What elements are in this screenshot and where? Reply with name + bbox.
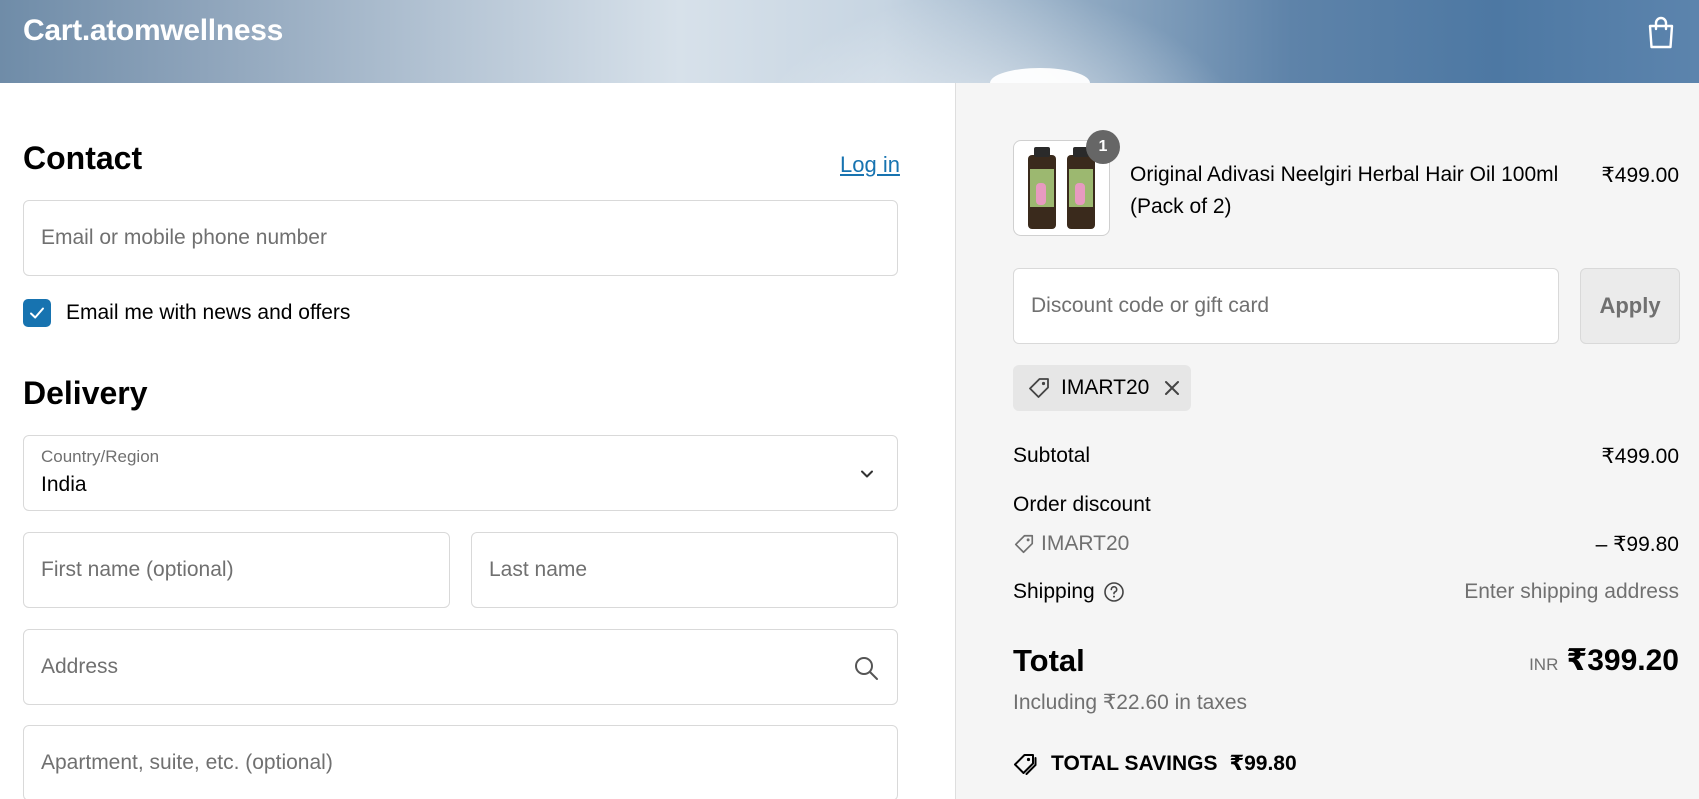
newsletter-checkbox[interactable]	[23, 299, 51, 327]
contact-heading: Contact	[23, 140, 143, 176]
subtotal-label: Subtotal	[1013, 444, 1091, 467]
address-placeholder: Address	[41, 655, 119, 678]
total-savings: TOTAL SAVINGS ₹99.80	[1013, 751, 1297, 776]
total-value: ₹399.20	[1566, 644, 1679, 677]
discount-field[interactable]: Discount code or gift card	[1013, 268, 1559, 344]
search-icon[interactable]	[853, 655, 879, 681]
country-select[interactable]: Country/Region India	[23, 435, 898, 511]
site-header: Cart.atomwellness	[0, 0, 1699, 83]
product-name: Original Adivasi Neelgiri Herbal Hair Oi…	[1130, 163, 1559, 218]
shipping-label: Shipping	[1013, 580, 1095, 603]
apartment-field[interactable]: Apartment, suite, etc. (optional)	[23, 725, 898, 799]
discount-code-row: IMART20	[1013, 532, 1129, 556]
checkmark-icon	[30, 307, 44, 319]
login-link[interactable]: Log in	[840, 152, 900, 178]
apartment-placeholder: Apartment, suite, etc. (optional)	[41, 751, 333, 774]
tax-note: Including ₹22.60 in taxes	[1013, 691, 1248, 714]
savings-label: TOTAL SAVINGS	[1051, 751, 1218, 775]
currency-code: INR	[1529, 655, 1559, 674]
discount-value: – ₹99.80	[1595, 533, 1679, 556]
total-label: Total	[1013, 643, 1085, 678]
country-label: Country/Region	[41, 447, 160, 466]
last-name-placeholder: Last name	[489, 558, 588, 581]
order-summary: Original Adivasi Neelgiri Herbal Hair Oi…	[955, 83, 1699, 799]
order-discount-label: Order discount	[1013, 493, 1151, 516]
shipping-row: Shipping	[1013, 580, 1125, 604]
product-price: ₹499.00	[1601, 164, 1679, 187]
help-icon[interactable]	[1103, 581, 1125, 603]
address-field[interactable]: Address	[23, 629, 898, 705]
applied-discount-chip: IMART20	[1013, 365, 1191, 411]
discount-placeholder: Discount code or gift card	[1031, 294, 1270, 317]
tag-icon	[1014, 534, 1034, 554]
shopping-bag-icon[interactable]	[1646, 16, 1676, 50]
subtotal-value: ₹499.00	[1601, 445, 1679, 468]
delivery-heading: Delivery	[23, 375, 148, 411]
email-placeholder: Email or mobile phone number	[41, 226, 327, 249]
remove-discount-button[interactable]	[1163, 379, 1181, 397]
apply-button[interactable]: Apply	[1580, 268, 1680, 344]
email-field[interactable]: Email or mobile phone number	[23, 200, 898, 276]
applied-code: IMART20	[1061, 376, 1150, 399]
first-name-field[interactable]: First name (optional)	[23, 532, 450, 608]
total-amount: INR ₹399.20	[1529, 643, 1679, 678]
header-sky-light	[700, 0, 1300, 83]
quantity-badge: 1	[1086, 130, 1120, 164]
savings-tag-icon	[1014, 753, 1037, 775]
country-value: India	[41, 473, 87, 496]
newsletter-label: Email me with news and offers	[66, 301, 351, 324]
chevron-down-icon	[861, 470, 873, 478]
savings-value: ₹99.80	[1229, 752, 1297, 775]
shipping-value: Enter shipping address	[1464, 580, 1679, 603]
brand-title[interactable]: Cart.atomwellness	[23, 14, 283, 48]
discount-code-label: IMART20	[1041, 532, 1130, 555]
checkout-form: Contact Log in Email or mobile phone num…	[0, 83, 955, 799]
last-name-field[interactable]: Last name	[471, 532, 898, 608]
close-icon	[1165, 381, 1180, 395]
first-name-placeholder: First name (optional)	[41, 558, 234, 581]
tag-icon	[1029, 378, 1049, 398]
